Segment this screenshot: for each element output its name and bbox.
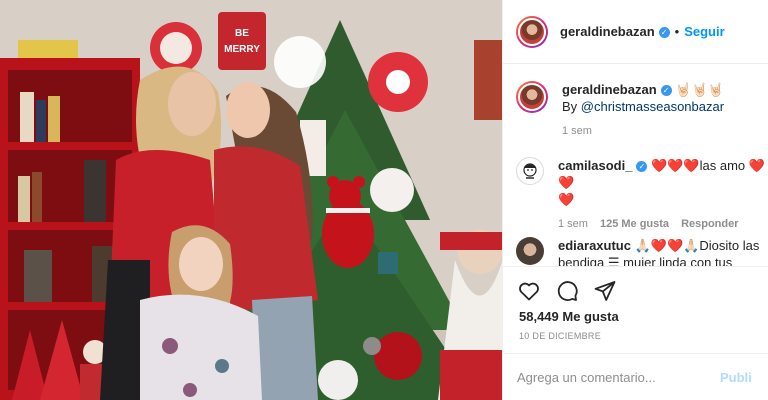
post-header: geraldinebazan ✓ • Seguir xyxy=(503,0,768,64)
comment-time[interactable]: 1 sem xyxy=(558,218,588,230)
post-photo[interactable]: BE MERRY xyxy=(0,0,502,400)
add-comment-bar: Publi xyxy=(503,353,768,400)
caption-avatar[interactable] xyxy=(516,81,548,113)
verified-badge-icon: ✓ xyxy=(658,27,670,38)
separator-dot: • xyxy=(674,24,680,39)
verified-badge-icon: ✓ xyxy=(636,161,648,172)
caption-prefix: By xyxy=(562,99,581,114)
svg-text:MERRY: MERRY xyxy=(224,44,260,55)
commenter-avatar[interactable] xyxy=(516,157,544,185)
caption-username[interactable]: geraldinebazan xyxy=(562,82,657,97)
comment-item: ediaraxutuc 🙏🏻❤️❤️🙏🏻Diosito las bendiga … xyxy=(516,237,766,266)
comment-text: las amo xyxy=(699,158,746,173)
comment-item: camilasodi_ ✓ ❤️❤️❤️las amo ❤️❤️ ❤️ 1 sem… xyxy=(516,157,766,230)
sketch-face-icon xyxy=(523,163,537,179)
comment-text-continued: mujer linda con tus xyxy=(619,255,733,266)
comment-username[interactable]: camilasodi_ xyxy=(558,158,632,173)
comment-emoji-mid: ☰ xyxy=(607,255,620,266)
post-actions: 58,449 Me gusta 10 DE DICIEMBRE Publi xyxy=(503,266,768,400)
post-date[interactable]: 10 DE DICIEMBRE xyxy=(519,331,601,341)
comments-list[interactable]: geraldinebazan ✓ 🤘🏻🤘🏻🤘🏻 By @christmasseas… xyxy=(503,65,768,266)
comment-emojis: 🙏🏻❤️❤️🙏🏻 xyxy=(634,238,700,253)
like-count[interactable]: 58,449 Me gusta xyxy=(519,309,619,324)
caption-mention-link[interactable]: @christmasseasonbazar xyxy=(581,99,724,114)
caption-time[interactable]: 1 sem xyxy=(562,125,592,137)
follow-button[interactable]: Seguir xyxy=(684,24,724,39)
be-merry-sign: BE MERRY xyxy=(218,12,266,70)
comment-likes[interactable]: 125 Me gusta xyxy=(600,218,669,230)
commenter-avatar[interactable] xyxy=(516,237,544,265)
comment-input[interactable] xyxy=(517,370,717,385)
heart-icon[interactable] xyxy=(517,279,541,303)
comment-icon[interactable] xyxy=(555,279,579,303)
reply-button[interactable]: Responder xyxy=(681,218,738,230)
publish-button[interactable]: Publi xyxy=(720,370,752,385)
verified-badge-icon: ✓ xyxy=(660,85,672,96)
author-username[interactable]: geraldinebazan ✓ xyxy=(560,24,670,39)
sign-text: BE xyxy=(235,28,249,39)
photo-illustration: BE MERRY xyxy=(0,0,502,400)
caption-emojis: 🤘🏻🤘🏻🤘🏻 xyxy=(675,82,724,97)
comment-hearts-line: ❤️ xyxy=(558,192,575,207)
comment-hearts: ❤️❤️❤️ xyxy=(651,158,700,173)
caption-comment: geraldinebazan ✓ 🤘🏻🤘🏻🤘🏻 By @christmasseas… xyxy=(516,81,766,137)
share-icon[interactable] xyxy=(593,279,617,303)
comment-username[interactable]: ediaraxutuc xyxy=(558,238,631,253)
author-avatar[interactable] xyxy=(516,15,548,48)
post-side-panel: geraldinebazan ✓ • Seguir geraldinebazan ✓… xyxy=(502,0,768,400)
